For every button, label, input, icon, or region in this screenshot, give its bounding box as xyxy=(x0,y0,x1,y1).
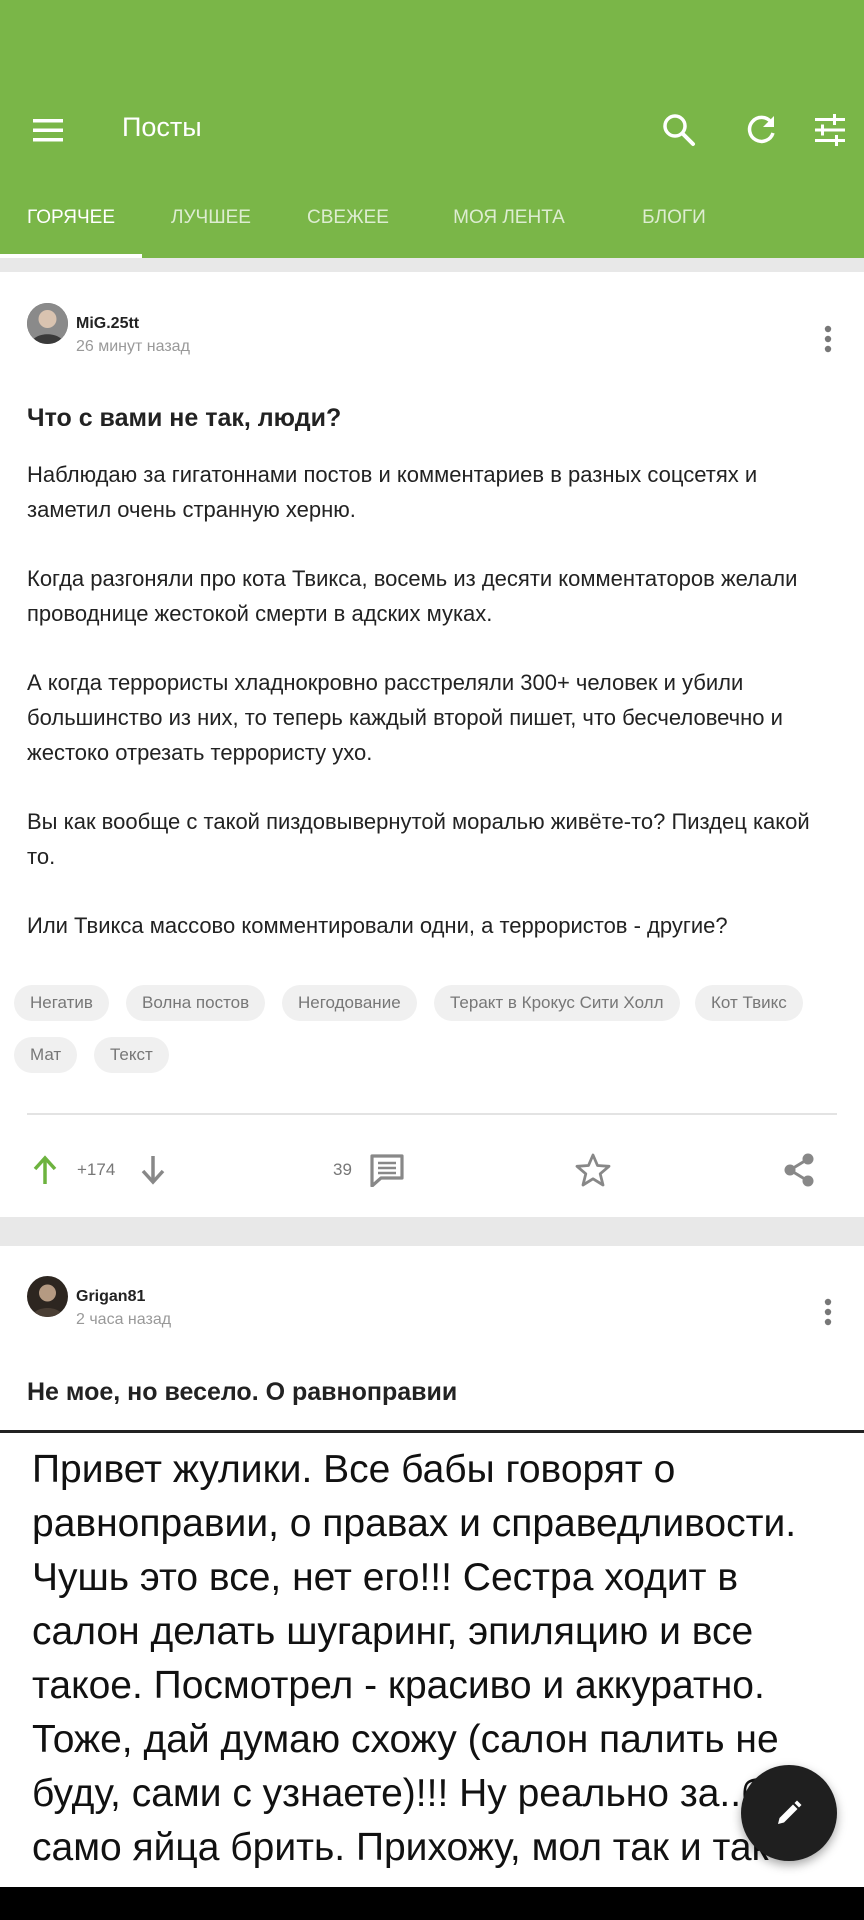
pencil-icon xyxy=(778,1800,802,1824)
tag-chip[interactable]: Волна постов xyxy=(126,985,266,1021)
refresh-button[interactable] xyxy=(737,106,785,154)
post-body: Наблюдаю за гигатоннами постов и коммент… xyxy=(27,457,842,943)
star-icon xyxy=(575,1153,611,1187)
post-card: Grigan81 2 часа назад Не мое, но весело.… xyxy=(0,1246,864,1920)
tab-my-feed[interactable]: МОЯ ЛЕНТА xyxy=(437,192,581,258)
filter-button[interactable] xyxy=(806,106,854,154)
post-paragraph: Вы как вообще с такой пиздовывернутой мо… xyxy=(27,809,810,869)
post-title[interactable]: Что с вами не так, люди? xyxy=(27,404,341,433)
post-time: 2 часа назад xyxy=(76,1311,172,1328)
search-icon xyxy=(663,114,695,146)
save-button[interactable] xyxy=(573,1150,613,1190)
post-author[interactable]: MiG.25tt xyxy=(76,315,139,333)
post-actions: +174 39 xyxy=(0,1139,864,1199)
more-options-button[interactable] xyxy=(812,1296,844,1328)
post-paragraph: А когда террористы хладнокровно расстрел… xyxy=(27,670,783,765)
tab-bar: ГОРЯЧЕЕ ЛУЧШЕЕ СВЕЖЕЕ МОЯ ЛЕНТА БЛОГИ xyxy=(0,192,864,258)
system-nav-bar xyxy=(0,1887,864,1920)
page-title: Посты xyxy=(122,112,202,142)
refresh-icon xyxy=(747,115,775,144)
tab-blogs[interactable]: БЛОГИ xyxy=(628,192,720,258)
share-icon xyxy=(784,1153,814,1187)
tab-best[interactable]: ЛУЧШЕЕ xyxy=(154,192,268,258)
rating-count: +174 xyxy=(77,1160,116,1179)
search-button[interactable] xyxy=(655,106,703,154)
app-bar: Посты ГОРЯЧЕЕ ЛУЧШЕЕ СВЕЖЕЕ МОЯ ЛЕНТА БЛ… xyxy=(0,0,864,258)
filter-icon xyxy=(815,114,845,146)
post-title[interactable]: Не мое, но весело. О равноправии xyxy=(27,1378,457,1407)
tag-chip[interactable]: Теракт в Крокус Сити Холл xyxy=(434,985,680,1021)
avatar[interactable] xyxy=(27,1276,68,1317)
more-vert-icon xyxy=(824,1298,832,1326)
share-button[interactable] xyxy=(779,1150,819,1190)
post-time: 26 минут назад xyxy=(76,338,190,355)
post-author[interactable]: Grigan81 xyxy=(76,1288,145,1306)
arrow-down-icon xyxy=(141,1156,165,1185)
upvote-button[interactable] xyxy=(28,1153,62,1187)
more-options-button[interactable] xyxy=(812,323,844,355)
tab-fresh[interactable]: СВЕЖЕЕ xyxy=(290,192,406,258)
user-photo-icon xyxy=(27,303,68,344)
comments-button[interactable] xyxy=(367,1150,407,1190)
tag-chip[interactable]: Текст xyxy=(94,1037,169,1073)
tag-chip[interactable]: Кот Твикс xyxy=(695,985,803,1021)
divider xyxy=(27,1113,837,1115)
create-post-button[interactable] xyxy=(741,1765,837,1861)
menu-icon xyxy=(33,119,63,142)
comment-icon xyxy=(370,1154,404,1187)
downvote-button[interactable] xyxy=(136,1153,170,1187)
post-card: MiG.25tt 26 минут назад Что с вами не та… xyxy=(0,272,864,1217)
post-image[interactable]: Привет жулики. Все бабы говорят о равноп… xyxy=(0,1430,864,1920)
tab-hot[interactable]: ГОРЯЧЕЕ xyxy=(0,192,142,258)
menu-button[interactable] xyxy=(28,110,68,150)
post-paragraph: Когда разгоняли про кота Твикса, восемь … xyxy=(27,566,798,626)
post-image-text: Привет жулики. Все бабы говорят о равноп… xyxy=(32,1448,830,1869)
tag-chip[interactable]: Негатив xyxy=(14,985,109,1021)
post-paragraph: Наблюдаю за гигатоннами постов и коммент… xyxy=(27,462,758,522)
post-paragraph: Или Твикса массово комментировали одни, … xyxy=(27,913,728,938)
more-vert-icon xyxy=(824,325,832,353)
comment-count: 39 xyxy=(333,1160,352,1179)
tag-chip[interactable]: Негодование xyxy=(282,985,417,1021)
arrow-up-icon xyxy=(33,1155,57,1184)
tag-chip[interactable]: Мат xyxy=(14,1037,78,1073)
user-photo-icon xyxy=(27,1276,68,1317)
avatar[interactable] xyxy=(27,303,68,344)
